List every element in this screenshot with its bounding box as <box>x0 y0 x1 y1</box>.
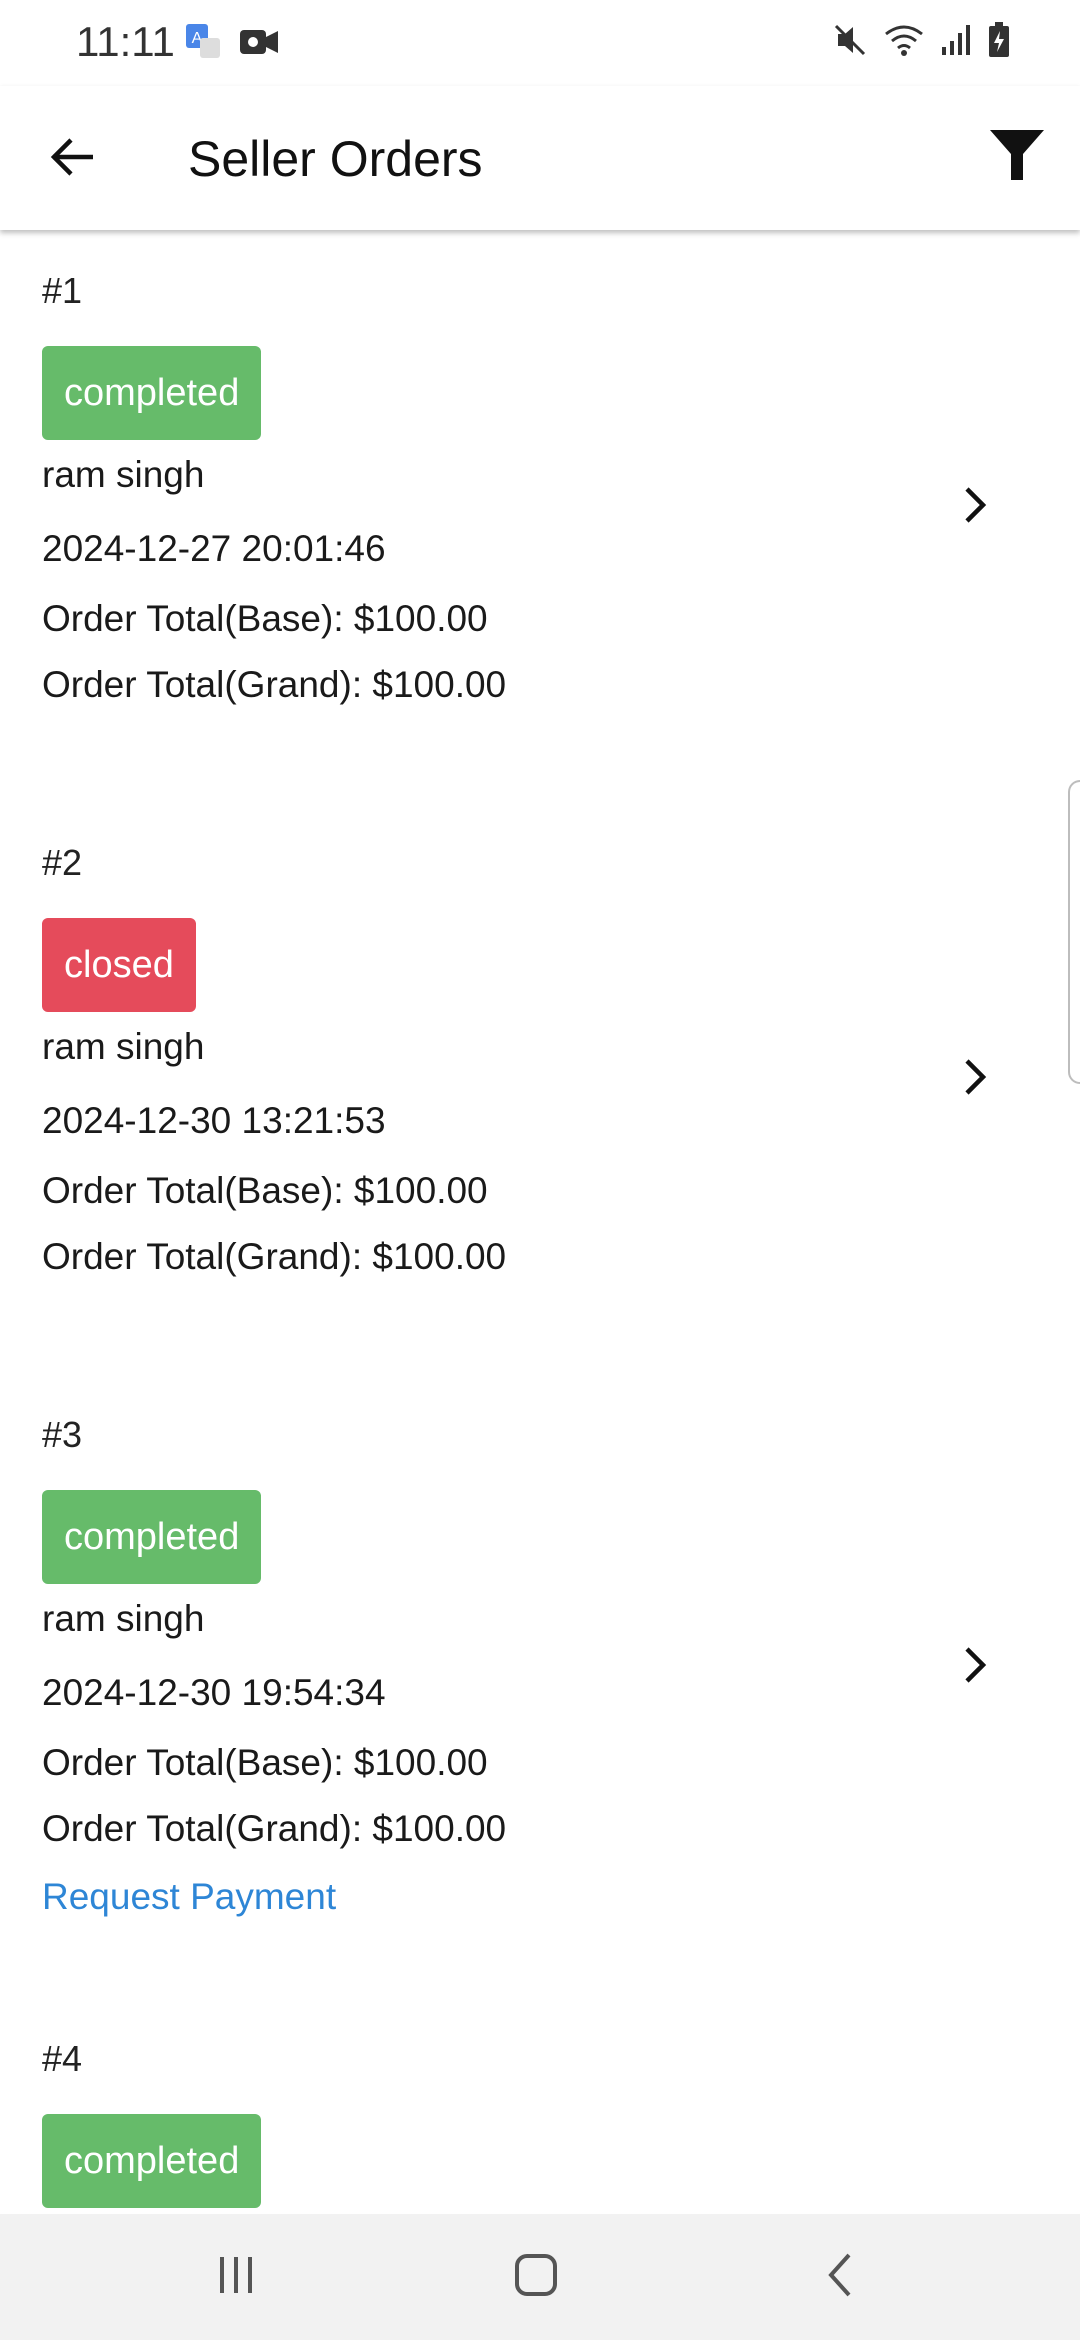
status-left-icons: A <box>184 22 280 67</box>
customer-name: ram singh <box>42 1598 205 1639</box>
order-list: #1 completed ram singh 2024-12-27 20:01:… <box>0 230 1080 2214</box>
order-id: #4 <box>42 2038 83 2079</box>
scroll-indicator[interactable] <box>1068 780 1080 1084</box>
order-total-base: Order Total(Base): $100.00 <box>42 1742 488 1783</box>
order-item[interactable]: #1 completed ram singh 2024-12-27 20:01:… <box>0 270 1080 740</box>
customer-name: ram singh <box>42 1026 205 1067</box>
filter-button[interactable] <box>982 122 1052 192</box>
home-button[interactable] <box>496 2242 576 2312</box>
order-id: #3 <box>42 1414 83 1455</box>
order-item[interactable]: #2 closed ram singh 2024-12-30 13:21:53 … <box>0 842 1080 1312</box>
video-camera-icon <box>238 25 280 64</box>
chevron-right-icon[interactable] <box>955 480 995 530</box>
status-badge: closed <box>42 918 196 1012</box>
order-item[interactable]: #4 completed <box>0 2038 1080 2214</box>
status-right-icons <box>832 22 1010 63</box>
system-back-button[interactable] <box>800 2242 880 2312</box>
order-total-grand: Order Total(Grand): $100.00 <box>42 1236 507 1277</box>
battery-charging-icon <box>988 22 1010 63</box>
order-total-grand: Order Total(Grand): $100.00 <box>42 1808 507 1849</box>
app-bar: Seller Orders <box>0 86 1080 230</box>
arrow-left-icon <box>49 137 97 182</box>
order-item[interactable]: #3 completed ram singh 2024-12-30 19:54:… <box>0 1414 1080 1954</box>
mute-icon <box>832 22 868 63</box>
recent-apps-button[interactable] <box>196 2242 276 2312</box>
signal-icon <box>940 23 972 62</box>
translate-icon: A <box>184 22 224 67</box>
order-id: #2 <box>42 842 83 883</box>
order-date: 2024-12-30 13:21:53 <box>42 1100 386 1141</box>
order-date: 2024-12-27 20:01:46 <box>42 528 386 569</box>
back-icon <box>825 2251 855 2304</box>
status-badge: completed <box>42 346 262 440</box>
chevron-right-icon[interactable] <box>955 1640 995 1690</box>
status-time: 11:11 <box>76 18 175 65</box>
back-button[interactable] <box>40 126 106 192</box>
navigation-bar <box>0 2214 1080 2340</box>
chevron-right-icon[interactable] <box>955 1052 995 1102</box>
filter-icon <box>988 126 1046 189</box>
order-total-base: Order Total(Base): $100.00 <box>42 598 488 639</box>
status-bar: 11:11 A <box>0 0 1080 86</box>
wifi-icon <box>884 22 924 63</box>
status-badge: completed <box>42 1490 262 1584</box>
order-total-base: Order Total(Base): $100.00 <box>42 1170 488 1211</box>
request-payment-link[interactable]: Request Payment <box>42 1876 336 1918</box>
order-id: #1 <box>42 270 83 311</box>
home-icon <box>512 2251 560 2304</box>
page-title: Seller Orders <box>188 131 483 187</box>
order-total-grand: Order Total(Grand): $100.00 <box>42 664 507 705</box>
status-badge: completed <box>42 2114 262 2208</box>
recent-apps-icon <box>214 2253 258 2302</box>
customer-name: ram singh <box>42 454 205 495</box>
order-date: 2024-12-30 19:54:34 <box>42 1672 386 1713</box>
